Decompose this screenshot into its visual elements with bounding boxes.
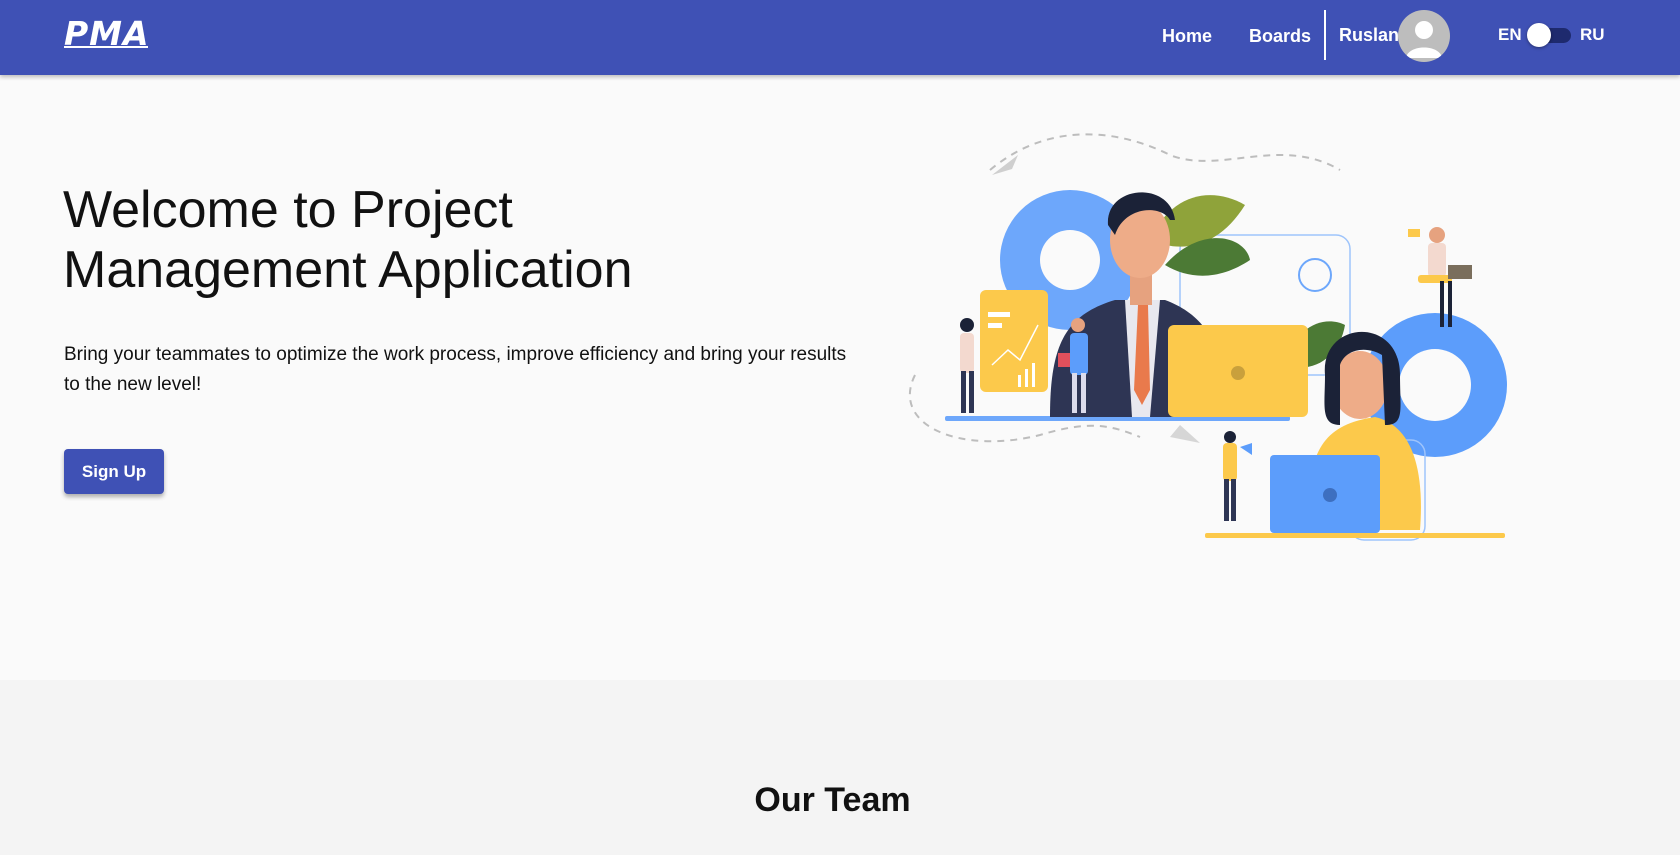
team-section: Our Team [0, 680, 1680, 855]
user-avatar-icon[interactable] [1398, 10, 1450, 62]
top-app-bar: PMA Home Boards Ruslan EN RU [0, 0, 1680, 75]
app-logo[interactable]: PMA [64, 14, 150, 54]
team-collaboration-illustration [908, 133, 1507, 541]
sign-up-button[interactable]: Sign Up [64, 449, 164, 494]
language-toggle-thumb [1527, 23, 1551, 47]
hero-description: Bring your teammates to optimize the wor… [64, 344, 847, 395]
language-toggle[interactable] [1527, 23, 1575, 47]
nav-boards-link[interactable]: Boards [1249, 24, 1311, 48]
user-name[interactable]: Ruslan [1339, 23, 1399, 47]
hero-title: Welcome to Project Management Applicatio… [63, 181, 633, 299]
logo-underline [64, 46, 148, 48]
language-ru-label: RU [1580, 25, 1605, 44]
nav-home-link[interactable]: Home [1162, 24, 1212, 48]
team-title: Our Team [754, 781, 911, 819]
language-en-label: EN [1498, 25, 1522, 44]
nav-divider [1324, 10, 1326, 60]
